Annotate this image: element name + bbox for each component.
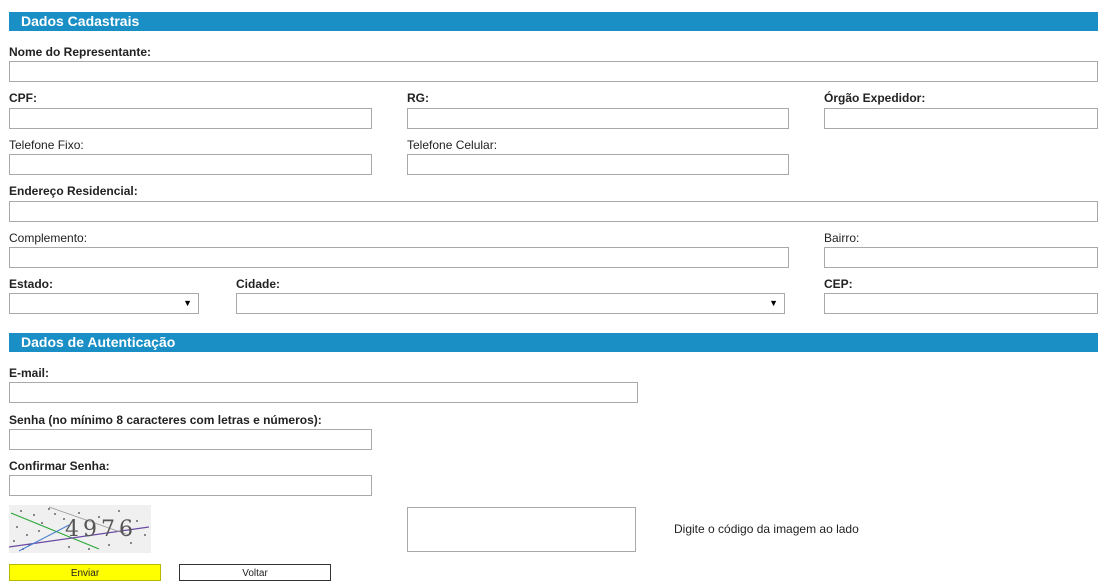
label-cep: CEP: (824, 277, 853, 291)
bairro-input[interactable] (824, 247, 1098, 268)
enviar-button[interactable]: Enviar (9, 564, 161, 581)
section-header-dados-autenticacao: Dados de Autenticação (9, 333, 1098, 352)
dropdown-arrow-icon: ▼ (769, 298, 778, 308)
rg-input[interactable] (407, 108, 789, 129)
captcha-instruction: Digite o código da imagem ao lado (674, 522, 859, 536)
cidade-select[interactable]: ▼ (236, 293, 785, 314)
orgao-expedidor-input[interactable] (824, 108, 1098, 129)
telefone-fixo-input[interactable] (9, 154, 372, 175)
label-orgao-expedidor: Órgão Expedidor: (824, 91, 926, 105)
section-header-dados-cadastrais: Dados Cadastrais (9, 12, 1098, 31)
cep-input[interactable] (824, 293, 1098, 314)
label-email: E-mail: (9, 366, 50, 380)
captcha-image: 4976 (9, 505, 151, 553)
label-confirmar-senha: Confirmar Senha: (9, 459, 110, 473)
senha-input[interactable] (9, 429, 372, 450)
cpf-input[interactable] (9, 108, 372, 129)
label-cidade: Cidade: (236, 277, 281, 291)
label-nome-representante: Nome do Representante: (9, 45, 152, 59)
label-cpf: CPF: (9, 91, 37, 105)
voltar-button[interactable]: Voltar (179, 564, 331, 581)
email-input[interactable] (9, 382, 638, 403)
label-complemento: Complemento: (9, 231, 88, 245)
complemento-input[interactable] (9, 247, 789, 268)
label-estado: Estado: (9, 277, 54, 291)
label-telefone-celular: Telefone Celular: (407, 138, 498, 152)
telefone-celular-input[interactable] (407, 154, 789, 175)
captcha-code: 4976 (65, 517, 137, 542)
label-endereco-residencial: Endereço Residencial: (9, 184, 138, 198)
label-senha: Senha (no mínimo 8 caracteres com letras… (9, 413, 322, 427)
captcha-input[interactable] (407, 507, 636, 552)
label-telefone-fixo: Telefone Fixo: (9, 138, 84, 152)
label-rg: RG: (407, 91, 429, 105)
dropdown-arrow-icon: ▼ (183, 298, 192, 308)
endereco-residencial-input[interactable] (9, 201, 1098, 222)
nome-representante-input[interactable] (9, 61, 1098, 82)
confirmar-senha-input[interactable] (9, 475, 372, 496)
estado-select[interactable]: ▼ (9, 293, 199, 314)
label-bairro: Bairro: (824, 231, 860, 245)
